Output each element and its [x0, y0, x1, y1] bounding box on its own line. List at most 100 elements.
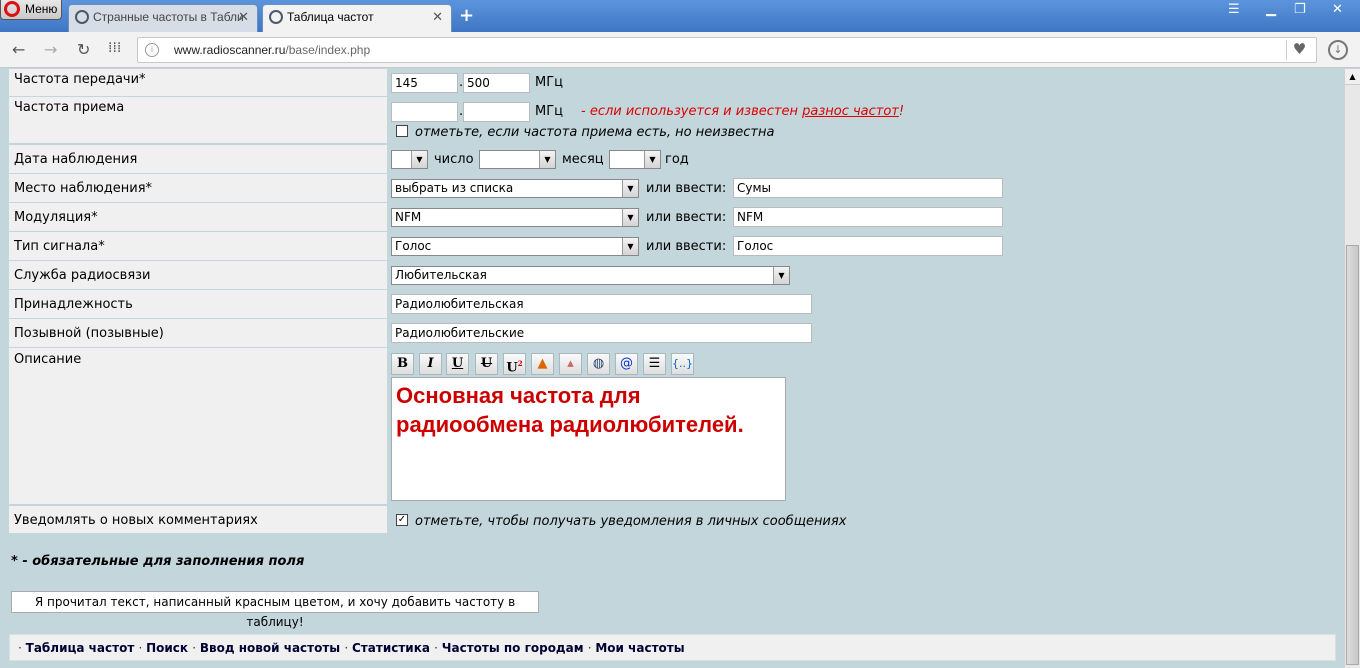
rx-freq-unit: МГц: [535, 104, 563, 119]
chevron-down-icon: ▼: [644, 151, 660, 168]
site-favicon-icon: [269, 10, 283, 24]
new-tab-plus-icon[interactable]: +: [459, 5, 474, 26]
notify-checkbox[interactable]: ✓: [396, 514, 408, 526]
tab-list-icon[interactable]: ☰: [1228, 2, 1240, 17]
place-input[interactable]: Сумы: [733, 178, 1003, 198]
footer-link-search[interactable]: Поиск: [146, 641, 188, 655]
signal-select-value: Голос: [395, 239, 432, 253]
chevron-down-icon: ▼: [622, 238, 638, 255]
close-window-icon[interactable]: ✕: [1332, 2, 1343, 17]
tab-title: Таблица частот: [287, 10, 374, 24]
scroll-up-icon[interactable]: ▲: [1345, 69, 1360, 85]
required-fields-note: * - обязательные для заполнения поля: [11, 554, 305, 569]
forward-icon[interactable]: →: [44, 40, 57, 59]
footer-link-stats[interactable]: Статистика: [352, 641, 430, 655]
italic-button[interactable]: I: [419, 353, 442, 375]
day-label: число: [434, 152, 474, 167]
place-select[interactable]: выбрать из списка ▼: [391, 179, 639, 198]
rx-note-text: - если используется и известен: [581, 104, 803, 119]
tab-active[interactable]: Таблица частот ✕: [262, 4, 452, 32]
color-picker-2-icon[interactable]: ▴: [559, 353, 582, 375]
footer-link-table[interactable]: Таблица частот: [26, 641, 135, 655]
minimize-icon[interactable]: ▁: [1266, 2, 1276, 17]
owner-input[interactable]: Радиолюбительская: [391, 294, 812, 314]
speed-dial-icon[interactable]: ⁞⁞⁞: [108, 40, 121, 56]
url-path: /base/index.php: [285, 43, 371, 57]
footer-link-my-freqs[interactable]: Мои частоты: [595, 641, 684, 655]
rx-freq-mhz-input[interactable]: [391, 102, 458, 122]
footer-nav: · Таблица частот · Поиск · Ввод новой ча…: [9, 634, 1336, 661]
service-label: Служба радиосвязи: [9, 261, 387, 290]
notify-label: Уведомлять о новых комментариях: [9, 506, 387, 534]
page-content: Частота передачи* 145 . 500 МГц Частота …: [0, 69, 1344, 668]
tx-freq-mhz-input[interactable]: 145: [391, 73, 458, 93]
chevron-down-icon: ▼: [773, 267, 789, 284]
strike-button[interactable]: U: [475, 353, 498, 375]
place-label: Место наблюдения*: [9, 174, 387, 203]
bookmark-heart-icon[interactable]: ♥: [1286, 40, 1312, 60]
email-at-icon[interactable]: @: [615, 353, 638, 375]
description-textarea[interactable]: Основная частота для радиообмена радиолю…: [391, 377, 786, 501]
url-field[interactable]: i www.radioscanner.ru/base/index.php ♥: [137, 37, 1317, 63]
chevron-down-icon: ▼: [622, 180, 638, 197]
close-tab-icon[interactable]: ✕: [238, 5, 249, 29]
bold-button[interactable]: B: [391, 353, 414, 375]
close-tab-icon[interactable]: ✕: [432, 5, 443, 29]
security-icon[interactable]: i: [145, 43, 159, 57]
vertical-scrollbar[interactable]: ▲: [1344, 69, 1360, 668]
color-picker-icon[interactable]: ▲: [531, 353, 554, 375]
rx-unknown-label: отметьте, если частота приема есть, но н…: [415, 125, 775, 140]
modulation-or-label: или ввести:: [646, 210, 727, 225]
day-select[interactable]: ▼: [391, 150, 428, 169]
submit-button[interactable]: Я прочитал текст, написанный красным цве…: [11, 591, 539, 629]
code-braces-icon[interactable]: {..}: [671, 353, 694, 375]
modulation-select-value: NFM: [395, 210, 422, 224]
callsign-label: Позывной (позывные): [9, 319, 387, 348]
tx-freq-label: Частота передачи*: [9, 69, 387, 97]
menu-label: Меню: [25, 2, 58, 16]
year-label: год: [665, 152, 689, 167]
opera-logo-icon: [4, 1, 20, 17]
browser-titlebar: Меню Странные частоты в Табли ✕ Таблица ч…: [0, 0, 1360, 32]
chevron-down-icon: ▼: [622, 209, 638, 226]
year-select[interactable]: ▼: [609, 150, 661, 169]
description-label: Описание: [9, 348, 387, 505]
modulation-label: Модуляция*: [9, 203, 387, 232]
reload-icon[interactable]: ↻: [77, 40, 90, 59]
restore-icon[interactable]: ❐: [1294, 2, 1306, 17]
chevron-down-icon: ▼: [411, 151, 427, 168]
footer-link-cities[interactable]: Частоты по городам: [442, 641, 584, 655]
month-select[interactable]: ▼: [479, 150, 556, 169]
site-favicon-icon: [75, 10, 89, 24]
place-or-label: или ввести:: [646, 181, 727, 196]
signal-select[interactable]: Голос ▼: [391, 237, 639, 256]
owner-label: Принадлежность: [9, 290, 387, 319]
underline-button[interactable]: U: [446, 353, 469, 375]
rx-freq-khz-input[interactable]: [463, 102, 530, 122]
list-icon[interactable]: ☰: [643, 353, 666, 375]
tab-title: Странные частоты в Табли: [93, 10, 244, 24]
signal-input[interactable]: Голос: [733, 236, 1003, 256]
footer-link-new-freq[interactable]: Ввод новой частоты: [200, 641, 340, 655]
browser-menu-button[interactable]: Меню: [0, 0, 62, 20]
download-icon[interactable]: ↓: [1328, 40, 1348, 60]
tab-inactive[interactable]: Странные частоты в Табли ✕: [68, 4, 258, 32]
modulation-input[interactable]: NFM: [733, 207, 1003, 227]
date-label: Дата наблюдения: [9, 145, 387, 174]
tx-freq-khz-input[interactable]: 500: [463, 73, 530, 93]
link-globe-icon[interactable]: ◍: [587, 353, 610, 375]
service-select[interactable]: Любительская ▼: [391, 266, 790, 285]
callsign-input[interactable]: Радиолюбительские: [391, 323, 812, 343]
tx-freq-unit: МГц: [535, 75, 563, 90]
back-icon[interactable]: ←: [12, 40, 25, 59]
month-label: месяц: [562, 152, 604, 167]
modulation-select[interactable]: NFM ▼: [391, 208, 639, 227]
scroll-thumb[interactable]: [1346, 245, 1359, 665]
rx-unknown-checkbox[interactable]: [396, 125, 408, 137]
superscript-button[interactable]: U2: [503, 353, 526, 375]
notify-checkbox-label: отметьте, чтобы получать уведомления в л…: [415, 514, 847, 529]
service-select-value: Любительская: [395, 268, 487, 282]
freq-spacing-link[interactable]: разнос частот: [802, 104, 899, 119]
rx-freq-note: - если используется и известен разнос ча…: [581, 104, 904, 119]
signal-label: Тип сигнала*: [9, 232, 387, 261]
